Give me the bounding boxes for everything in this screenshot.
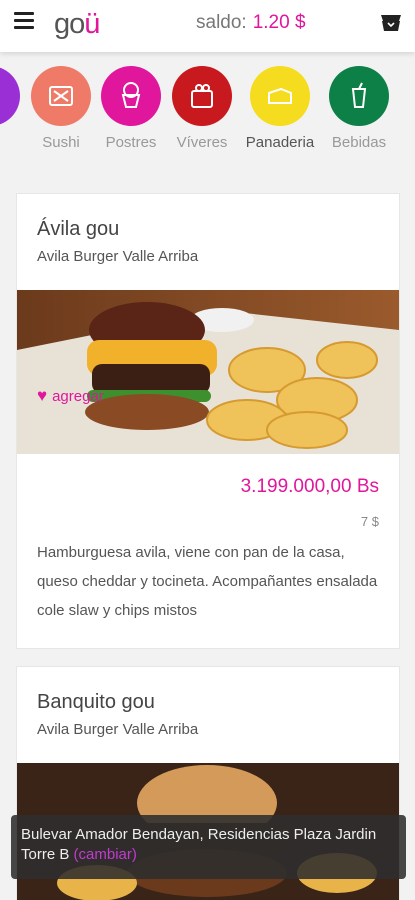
bread-icon (250, 66, 310, 126)
groceries-icon (172, 66, 232, 126)
ice-cream-icon (101, 66, 161, 126)
sushi-icon (31, 66, 91, 126)
product-restaurant: Avila Burger Valle Arriba (37, 248, 199, 265)
balance: saldo: 1.20 $ (196, 12, 306, 34)
price-usd: 7 $ (360, 514, 379, 529)
cart-icon[interactable] (379, 13, 403, 38)
address-toast: Bulevar Amador Bendayan, Residencias Pla… (11, 815, 406, 879)
heart-icon: ♥ (37, 386, 48, 405)
category-viveres[interactable]: Víveres (162, 66, 242, 151)
change-address-link[interactable]: (cambiar) (74, 846, 137, 863)
product-card[interactable]: Ávila gou Avila Burger Valle Arriba ♥ ag… (16, 193, 400, 649)
add-favorite-button[interactable]: ♥ agregar (37, 386, 104, 406)
product-title: Ávila gou (37, 218, 120, 240)
balance-amount: 1.20 $ (252, 12, 306, 33)
product-photo[interactable] (17, 290, 399, 454)
category-postres[interactable]: Postres (91, 66, 171, 151)
category-sushi[interactable]: Sushi (21, 66, 101, 151)
category-label: Panaderia (245, 134, 315, 151)
price-bs: 3.199.000,00 Bs (240, 476, 379, 497)
category-bebidas[interactable]: Bebidas (319, 66, 399, 151)
category-label: Sushi (42, 134, 80, 151)
product-restaurant: Avila Burger Valle Arriba (37, 721, 199, 738)
add-favorite-label: agregar (52, 387, 104, 405)
logo[interactable]: goü (54, 8, 100, 41)
category-panaderia[interactable]: Panaderia (240, 66, 320, 151)
category-label: Bebidas (331, 134, 387, 151)
category-label: Víveres (176, 134, 228, 151)
balance-label: saldo: (196, 12, 247, 33)
category-carousel[interactable]: Sushi Postres Víveres Panaderia Bebidas (0, 60, 415, 160)
product-title: Banquito gou (37, 691, 155, 713)
category-label: Postres (105, 134, 157, 151)
category-partial-icon[interactable] (0, 66, 20, 126)
top-bar: goü saldo: 1.20 $ (0, 0, 415, 52)
menu-icon[interactable] (14, 12, 34, 30)
product-description: Hamburguesa avila, viene con pan de la c… (37, 544, 378, 619)
drink-icon (329, 66, 389, 126)
